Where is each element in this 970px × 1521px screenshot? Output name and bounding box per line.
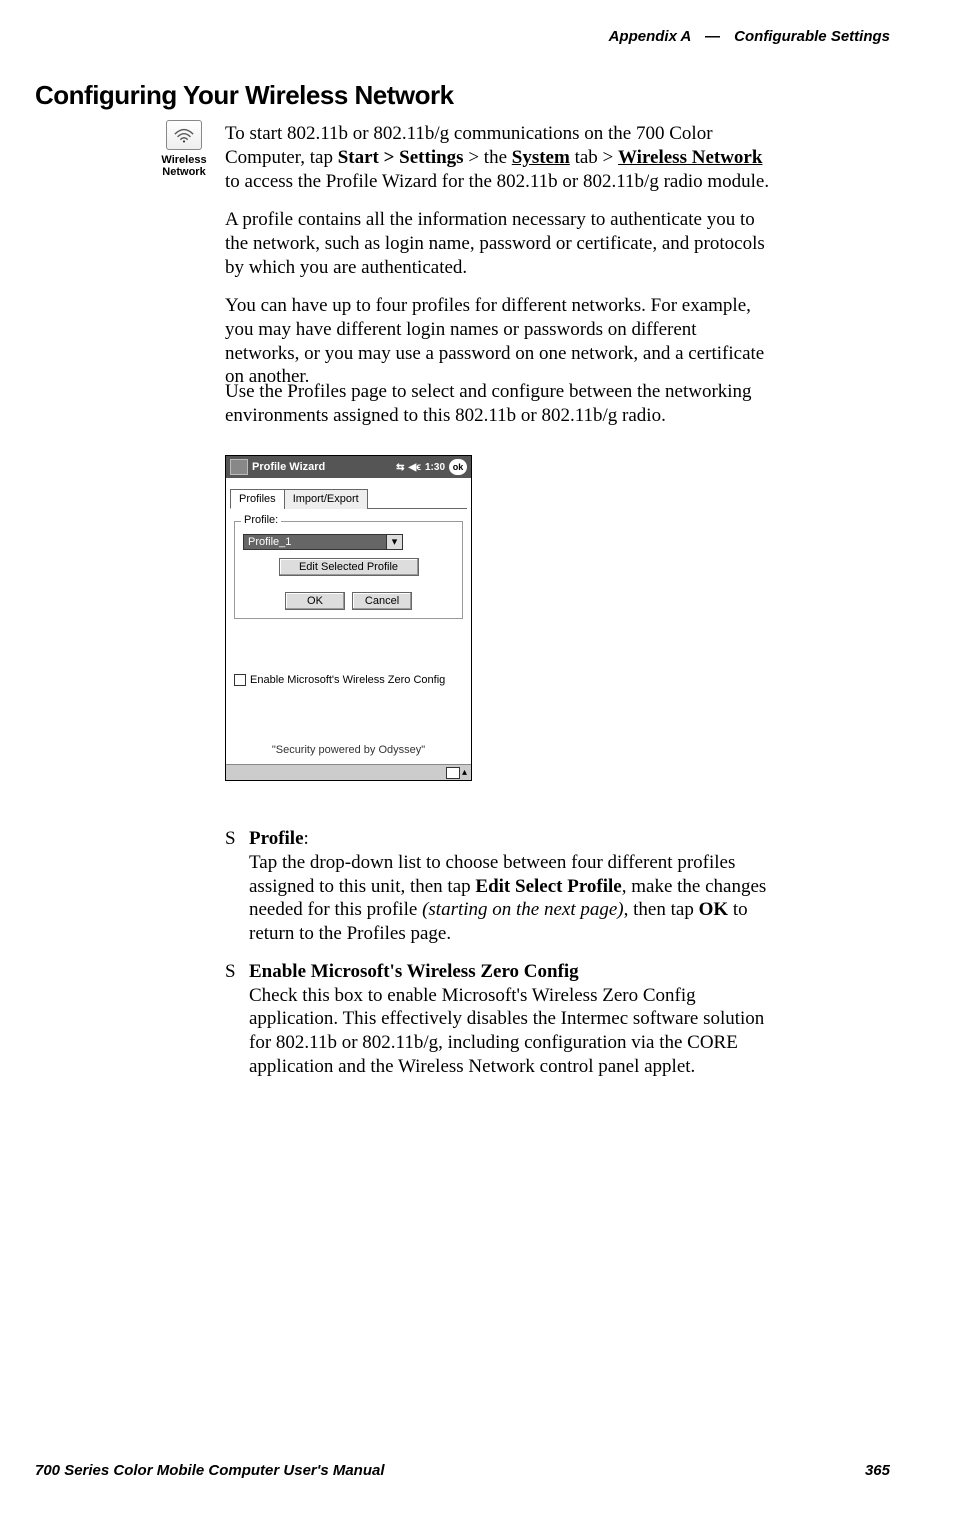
header-appendix: Appendix A [609, 28, 691, 45]
tab-import-export[interactable]: Import/Export [284, 489, 368, 509]
paragraph-3: You can have up to four profiles for dif… [225, 294, 770, 389]
icon-label-line1: Wireless [158, 154, 210, 166]
bullet1-body-mid2: , then tap [624, 899, 699, 920]
edit-selected-profile-button[interactable]: Edit Selected Profile [279, 558, 419, 576]
zero-config-label: Enable Microsoft's Wireless Zero Config [250, 674, 445, 686]
bullet-list: Profile: Tap the drop-down list to choos… [225, 827, 770, 1093]
bullet1-colon: : [304, 828, 309, 849]
p1-underline1: System [512, 147, 570, 168]
wifi-icon [166, 120, 202, 150]
profile-wizard-screenshot: Profile Wizard ⇆ ◀ϵ 1:30 ok Profiles Imp… [225, 455, 472, 781]
list-item: Enable Microsoft's Wireless Zero Config … [225, 960, 770, 1079]
p1-post: to access the Profile Wizard for the 802… [225, 171, 769, 192]
cancel-button[interactable]: Cancel [352, 592, 412, 610]
ok-button[interactable]: OK [285, 592, 345, 610]
page-header: Appendix A — Configurable Settings [609, 28, 890, 45]
footer-manual-title: 700 Series Color Mobile Computer User's … [35, 1462, 385, 1479]
bullet1-italic: (starting on the next page) [422, 899, 624, 920]
bullet1-title: Profile [249, 828, 304, 849]
p1-m2: tab > [570, 147, 618, 168]
paragraph-1: To start 802.11b or 802.11b/g communicat… [225, 122, 770, 193]
page-title: Configuring Your Wireless Network [35, 80, 454, 111]
zero-config-checkbox[interactable] [234, 674, 246, 686]
pda-bottom-bar: ▴ [226, 764, 471, 780]
bullet1-bold2: OK [699, 899, 729, 920]
p1-bold1: Start > Settings [338, 147, 464, 168]
header-section: Configurable Settings [734, 28, 890, 45]
profile-group-label: Profile: [241, 514, 281, 526]
profile-dropdown[interactable]: Profile_1 ▾ [243, 534, 403, 550]
p1-underline2: Wireless Network [618, 147, 762, 168]
paragraph-4: Use the Profiles page to select and conf… [225, 380, 770, 428]
icon-label-line2: Network [158, 166, 210, 178]
pda-titlebar: Profile Wizard ⇆ ◀ϵ 1:30 ok [226, 456, 471, 478]
bullet1-bold1: Edit Select Profile [475, 876, 621, 897]
volume-icon: ◀ϵ [409, 462, 421, 473]
list-item: Profile: Tap the drop-down list to choos… [225, 827, 770, 946]
start-flag-icon [230, 459, 248, 475]
page-footer: 700 Series Color Mobile Computer User's … [35, 1462, 890, 1479]
profile-dropdown-value: Profile_1 [244, 535, 386, 549]
ok-cancel-row: OK Cancel [243, 592, 454, 610]
header-dash: — [705, 28, 720, 45]
keyboard-icon[interactable] [446, 767, 460, 779]
chevron-down-icon[interactable]: ▾ [386, 535, 402, 549]
pda-title-text: Profile Wizard [252, 461, 392, 473]
zero-config-row: Enable Microsoft's Wireless Zero Config [234, 674, 463, 686]
wireless-network-icon-block: Wireless Network [158, 120, 210, 178]
p1-m1: > the [464, 147, 512, 168]
arrow-up-icon[interactable]: ▴ [462, 767, 467, 778]
connectivity-icon: ⇆ [396, 462, 404, 473]
tab-profiles[interactable]: Profiles [230, 489, 285, 509]
paragraph-2: A profile contains all the information n… [225, 208, 770, 279]
bullet2-body: Check this box to enable Microsoft's Wir… [249, 985, 764, 1077]
titlebar-ok-button[interactable]: ok [449, 459, 467, 475]
bullet2-title: Enable Microsoft's Wireless Zero Config [249, 961, 579, 982]
footer-page-number: 365 [865, 1462, 890, 1479]
pda-tabstrip: Profiles Import/Export [230, 488, 467, 509]
profile-group: Profile: Profile_1 ▾ Edit Selected Profi… [234, 521, 463, 619]
pda-status-icons: ⇆ ◀ϵ 1:30 [396, 462, 445, 473]
pda-footer-text: "Security powered by Odyssey" [226, 744, 471, 756]
pda-time: 1:30 [425, 462, 445, 473]
